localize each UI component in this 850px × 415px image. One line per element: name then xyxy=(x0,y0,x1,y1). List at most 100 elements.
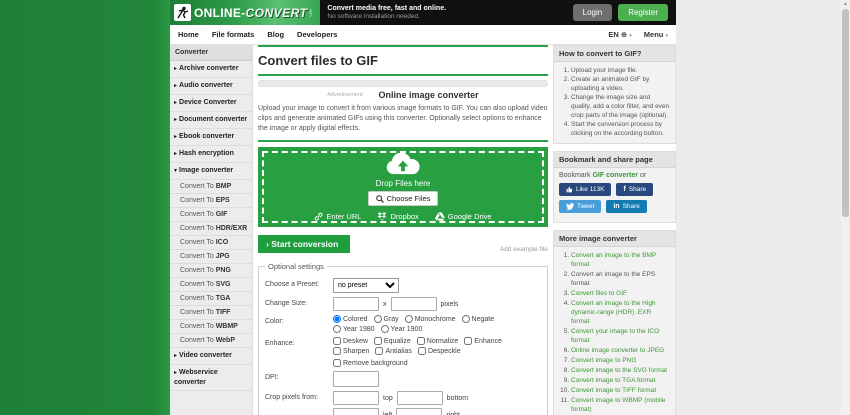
color-radio-option[interactable]: Year 1900 xyxy=(381,325,423,333)
scrollbar-up-icon[interactable]: ▲ xyxy=(841,0,850,8)
nav-item-blog[interactable]: Blog xyxy=(267,30,284,39)
sidebar-subitem-convert-to[interactable]: Convert To HDR/EXR xyxy=(170,222,252,236)
more-converter-link[interactable]: Convert image to WBMP (mobile format) xyxy=(571,397,666,413)
checkbox[interactable] xyxy=(333,347,341,355)
right-sidebar: How to convert to GIF? Upload your image… xyxy=(553,45,676,415)
howto-step: Upload your image file. xyxy=(571,66,670,75)
site-logo[interactable]: ONLINE-CONVERTcom xyxy=(170,0,320,25)
enhance-checkbox-option[interactable]: Sharpen xyxy=(333,347,369,355)
sidebar-item[interactable]: ▸Hash encryption xyxy=(170,146,252,163)
page-scrollbar[interactable]: ▲ xyxy=(841,0,850,415)
facebook-share-button[interactable]: f Share xyxy=(616,183,653,196)
more-converter-item: Convert an image to the EPS format xyxy=(571,270,670,288)
sidebar-subitem-convert-to[interactable]: Convert To BMP xyxy=(170,180,252,194)
language-selector[interactable]: EN ⊕ ▾ xyxy=(608,30,631,39)
checkbox[interactable] xyxy=(333,337,341,345)
sidebar-item[interactable]: ▸Archive converter xyxy=(170,61,252,78)
sidebar-subitem-convert-to[interactable]: Convert To SVG xyxy=(170,278,252,292)
nav-item-file-formats[interactable]: File formats xyxy=(212,30,255,39)
sidebar-item[interactable]: ▸Video converter xyxy=(170,348,252,365)
add-example-file-link[interactable]: Add example file xyxy=(500,246,548,253)
login-button[interactable]: Login xyxy=(573,4,613,21)
more-converter-link[interactable]: Convert an image to the BMP format xyxy=(571,252,656,268)
more-converter-title: More image converter xyxy=(554,231,675,247)
more-converter-link[interactable]: Convert your image to the ICO format xyxy=(571,328,659,344)
register-button[interactable]: Register xyxy=(618,4,668,21)
radio-button[interactable] xyxy=(462,315,470,323)
sidebar-subitem-convert-to[interactable]: Convert To TGA xyxy=(170,292,252,306)
enhance-checkbox-option[interactable]: Despeckle xyxy=(418,347,461,355)
enhance-checkbox-option[interactable]: Deskew xyxy=(333,337,368,345)
checkbox[interactable] xyxy=(464,337,472,345)
height-input[interactable] xyxy=(391,297,437,311)
tweet-button[interactable]: Tweet xyxy=(559,200,601,213)
sidebar-subitem-convert-to[interactable]: Convert To WBMP xyxy=(170,320,252,334)
radio-button[interactable] xyxy=(333,315,341,323)
width-input[interactable] xyxy=(333,297,379,311)
enhance-checkbox-option[interactable]: Enhance xyxy=(464,337,502,345)
scrollbar-thumb[interactable] xyxy=(842,9,849,217)
more-converter-link[interactable]: Convert an image to the High dynamic-ran… xyxy=(571,300,656,325)
gif-converter-link[interactable]: GIF converter xyxy=(592,172,638,179)
enhance-checkbox-option[interactable]: Antialias xyxy=(375,347,411,355)
checkbox[interactable] xyxy=(417,337,425,345)
crop-top-input[interactable] xyxy=(333,391,379,405)
choose-files-button[interactable]: Choose Files xyxy=(368,191,439,206)
radio-button[interactable] xyxy=(405,315,413,323)
more-converter-link[interactable]: Convert image to the SVG format xyxy=(571,367,667,374)
color-radio-option[interactable]: Year 1980 xyxy=(333,325,375,333)
radio-button[interactable] xyxy=(333,325,341,333)
color-radio-option[interactable]: Gray xyxy=(374,315,399,323)
thumbs-up-icon xyxy=(566,186,573,193)
color-options-row2: Year 1980 Year 1900 xyxy=(333,325,494,333)
color-radio-option[interactable]: Monochrome xyxy=(405,315,456,323)
sidebar-item[interactable]: ▸Document converter xyxy=(170,112,252,129)
crop-right-input[interactable] xyxy=(396,408,442,415)
sidebar-item[interactable]: ▸Ebook converter xyxy=(170,129,252,146)
sidebar-item[interactable]: ▸Webservice converter xyxy=(170,365,252,391)
enhance-checkbox-option[interactable]: Equalize xyxy=(374,337,411,345)
dpi-input[interactable] xyxy=(333,371,379,387)
more-converter-link[interactable]: Convert files to GIF xyxy=(571,290,627,297)
enhance-checkbox-option[interactable]: Remove background xyxy=(333,359,408,367)
google-drive-button[interactable]: Google Drive xyxy=(435,212,492,221)
more-converter-link[interactable]: Online image converter to JPEG xyxy=(571,347,664,354)
sidebar-subitem-convert-to[interactable]: Convert To WebP xyxy=(170,334,252,348)
sidebar-subitem-convert-to[interactable]: Convert To JPG xyxy=(170,250,252,264)
checkbox[interactable] xyxy=(333,359,341,367)
color-radio-option[interactable]: Colored xyxy=(333,315,368,323)
checkbox[interactable] xyxy=(374,337,382,345)
sidebar-header: Converter xyxy=(170,45,252,61)
checkbox[interactable] xyxy=(375,347,383,355)
crop-bottom-input[interactable] xyxy=(397,391,443,405)
sidebar-subitem-convert-to[interactable]: Convert To GIF xyxy=(170,208,252,222)
enhance-checkbox-option[interactable]: Normalize xyxy=(417,337,459,345)
facebook-like-button[interactable]: Like 113K xyxy=(559,183,611,196)
file-dropzone[interactable]: Drop Files here Choose Files Enter URL D… xyxy=(258,147,548,227)
sidebar-subitem-convert-to[interactable]: Convert To ICO xyxy=(170,236,252,250)
color-radio-option[interactable]: Negate xyxy=(462,315,495,323)
more-converter-item: Convert your image to the ICO format xyxy=(571,327,670,345)
checkbox[interactable] xyxy=(418,347,426,355)
more-converter-link[interactable]: Convert image to TGA format xyxy=(571,377,655,384)
radio-button[interactable] xyxy=(374,315,382,323)
sidebar-item-image-converter[interactable]: ▾Image converter xyxy=(170,163,252,180)
sidebar-subitem-convert-to[interactable]: Convert To TIFF xyxy=(170,306,252,320)
enter-url-button[interactable]: Enter URL xyxy=(314,212,361,221)
sidebar-item[interactable]: ▸Audio converter xyxy=(170,78,252,95)
linkedin-share-button[interactable]: in Share xyxy=(606,200,647,213)
nav-item-home[interactable]: Home xyxy=(178,30,199,39)
sidebar-subitem-convert-to[interactable]: Convert To PNG xyxy=(170,264,252,278)
dropbox-button[interactable]: Dropbox xyxy=(377,212,418,221)
preset-select[interactable]: no preset xyxy=(333,278,399,293)
more-converter-link[interactable]: Convert image to TIFF format xyxy=(571,387,656,394)
nav-item-developers[interactable]: Developers xyxy=(297,30,337,39)
sidebar-item[interactable]: ▸Device Converter xyxy=(170,95,252,112)
crop-left-input[interactable] xyxy=(333,408,379,415)
menu-button[interactable]: Menu ▾ xyxy=(644,30,668,39)
more-converter-link[interactable]: Convert an image to the EPS format xyxy=(571,271,655,287)
start-conversion-button[interactable]: › Start conversion xyxy=(258,235,350,253)
sidebar-subitem-convert-to[interactable]: Convert To EPS xyxy=(170,194,252,208)
radio-button[interactable] xyxy=(381,325,389,333)
more-converter-link[interactable]: Convert image to PNG xyxy=(571,357,636,364)
